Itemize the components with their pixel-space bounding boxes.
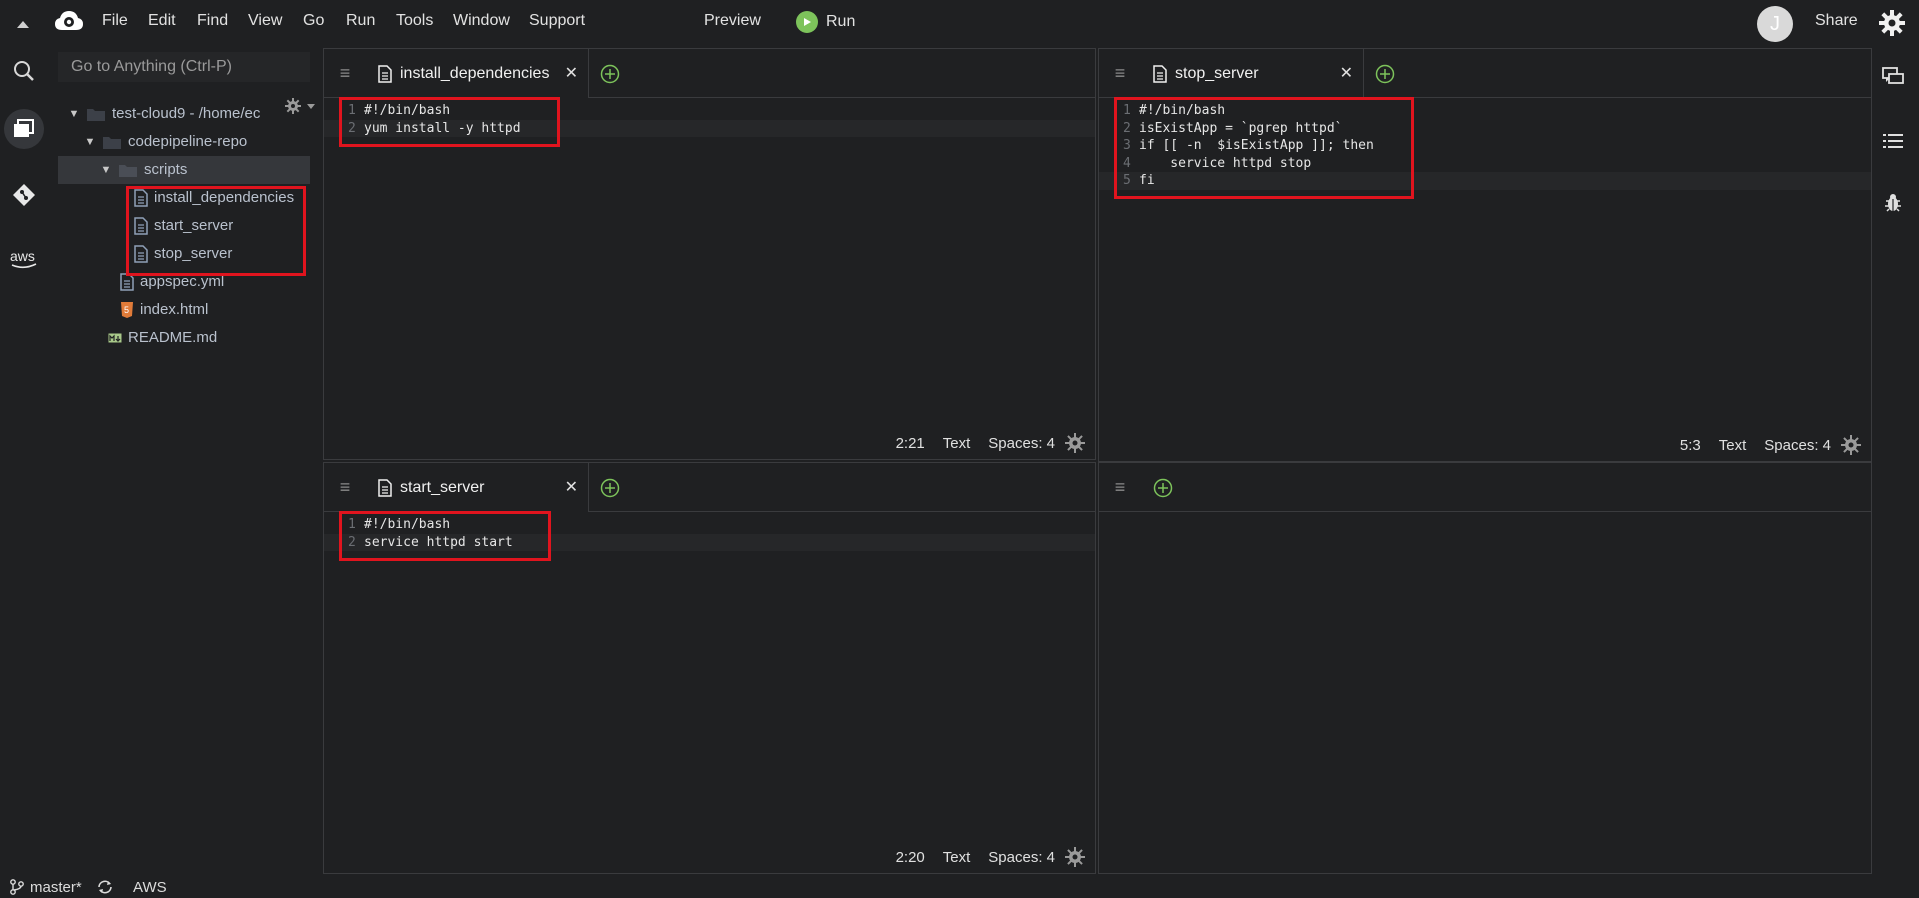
close-tab-icon[interactable]: ✕ [565, 477, 578, 497]
editor-status-bar: 2:20 Text Spaces: 4 [896, 847, 1085, 867]
tab-install-dependencies[interactable]: install_dependencies ✕ [366, 49, 589, 98]
syntax-mode[interactable]: Text [1719, 437, 1747, 454]
git-branch-label[interactable]: master* [30, 879, 82, 896]
run-button[interactable]: Run [796, 11, 855, 33]
editor-settings-gear-icon[interactable] [1841, 435, 1861, 455]
tree-label: scripts [144, 161, 188, 178]
add-tab-icon[interactable] [600, 64, 620, 84]
tab-bar: ≡ start_server ✕ [324, 463, 1095, 512]
close-tab-icon[interactable]: ✕ [1340, 63, 1353, 83]
menu-find[interactable]: Find [197, 12, 228, 30]
share-button[interactable]: Share [1815, 12, 1858, 30]
add-tab-icon[interactable] [1375, 64, 1395, 84]
tree-label: README.md [128, 329, 218, 346]
tab-stop-server[interactable]: stop_server ✕ [1141, 49, 1364, 98]
add-tab-icon[interactable] [1153, 478, 1173, 498]
html5-icon: 5 [121, 302, 133, 318]
close-tab-icon[interactable]: ✕ [565, 63, 578, 83]
tab-label: stop_server [1175, 64, 1259, 82]
preview-button[interactable]: Preview [704, 12, 761, 30]
tree-folder-root[interactable]: ▼ test-cloud9 - /home/ec [58, 100, 310, 128]
play-icon [796, 11, 818, 33]
svg-text:5: 5 [124, 305, 129, 315]
tree-folder-scripts[interactable]: ▼ scripts [58, 156, 310, 184]
tab-start-server[interactable]: start_server ✕ [366, 463, 589, 512]
tree-label: index.html [140, 301, 209, 318]
search-icon[interactable] [8, 55, 40, 87]
editor-status-bar: 5:3 Text Spaces: 4 [1680, 435, 1861, 455]
highlight-box-install-code [339, 97, 560, 147]
indent-setting[interactable]: Spaces: 4 [988, 849, 1055, 866]
menu-run[interactable]: Run [346, 12, 375, 30]
collaborate-chat-icon[interactable] [1876, 60, 1910, 94]
pane-menu-icon[interactable]: ≡ [1099, 49, 1142, 97]
run-button-label: Run [826, 13, 856, 30]
tab-label: install_dependencies [400, 64, 550, 82]
menu-window[interactable]: Window [453, 12, 510, 30]
editor-settings-gear-icon[interactable] [1065, 847, 1085, 867]
syntax-mode[interactable]: Text [943, 435, 971, 452]
source-control-icon[interactable] [8, 179, 40, 211]
highlight-box-start-code [339, 511, 551, 561]
chevron-down-icon: ▼ [100, 164, 112, 176]
file-icon [378, 478, 392, 497]
settings-gear-icon[interactable] [1878, 9, 1906, 42]
cursor-position[interactable]: 2:21 [896, 435, 925, 452]
aws-status-label[interactable]: AWS [133, 879, 167, 896]
bottom-status-bar: master* AWS [0, 874, 1919, 898]
tree-file-readme[interactable]: README.md [58, 324, 310, 352]
tree-label: codepipeline-repo [128, 133, 248, 150]
pane-menu-icon[interactable]: ≡ [324, 463, 367, 511]
menu-edit[interactable]: Edit [148, 12, 176, 30]
sync-icon[interactable] [96, 879, 114, 895]
debugger-bug-icon[interactable] [1876, 186, 1910, 220]
outline-list-icon[interactable] [1876, 124, 1910, 158]
file-icon [378, 64, 392, 83]
menu-go[interactable]: Go [303, 12, 324, 30]
collapse-up-icon[interactable] [16, 16, 30, 34]
pane-menu-icon[interactable]: ≡ [1099, 463, 1141, 511]
indent-setting[interactable]: Spaces: 4 [1764, 437, 1831, 454]
tree-file-index-html[interactable]: 5 index.html [58, 296, 310, 324]
menu-file[interactable]: File [102, 12, 128, 30]
environment-files-icon[interactable] [8, 113, 40, 145]
svg-text:aws: aws [10, 248, 35, 264]
menu-tools[interactable]: Tools [396, 12, 433, 30]
tree-label: test-cloud9 - /home/ec [112, 105, 261, 122]
chevron-down-icon: ▼ [84, 136, 96, 148]
add-tab-icon[interactable] [600, 478, 620, 498]
cloud9-logo-icon[interactable] [54, 10, 84, 37]
tree-folder-codepipeline-repo[interactable]: ▼ codepipeline-repo [58, 128, 310, 156]
menu-view[interactable]: View [248, 12, 282, 30]
folder-icon [119, 165, 137, 177]
tab-bar: ≡ install_dependencies ✕ [324, 49, 1095, 98]
avatar[interactable]: J [1757, 6, 1793, 42]
editor-settings-gear-icon[interactable] [1065, 433, 1085, 453]
tab-label: start_server [400, 478, 485, 496]
editor-status-bar: 2:21 Text Spaces: 4 [896, 433, 1085, 453]
highlight-box-stop-code [1114, 97, 1414, 199]
file-icon [1153, 64, 1167, 83]
folder-icon [87, 109, 105, 121]
highlight-box-script-files [126, 186, 306, 276]
pane-menu-icon[interactable]: ≡ [324, 49, 367, 97]
syntax-mode[interactable]: Text [943, 849, 971, 866]
aws-icon[interactable]: aws [8, 248, 40, 277]
folder-icon [103, 137, 121, 149]
indent-setting[interactable]: Spaces: 4 [988, 435, 1055, 452]
git-branch-icon [10, 879, 24, 895]
markdown-icon [108, 333, 122, 343]
tab-bar: ≡ [1099, 463, 1871, 512]
menu-support[interactable]: Support [529, 12, 585, 30]
editor-pane-empty: ≡ [1098, 462, 1872, 874]
tab-bar: ≡ stop_server ✕ [1099, 49, 1871, 98]
cursor-position[interactable]: 5:3 [1680, 437, 1701, 454]
menu-bar: File Edit Find View Go Run Tools Window … [0, 0, 1919, 46]
chevron-down-icon: ▼ [68, 108, 80, 120]
cursor-position[interactable]: 2:20 [896, 849, 925, 866]
go-to-anything-input[interactable]: Go to Anything (Ctrl-P) [58, 52, 310, 82]
